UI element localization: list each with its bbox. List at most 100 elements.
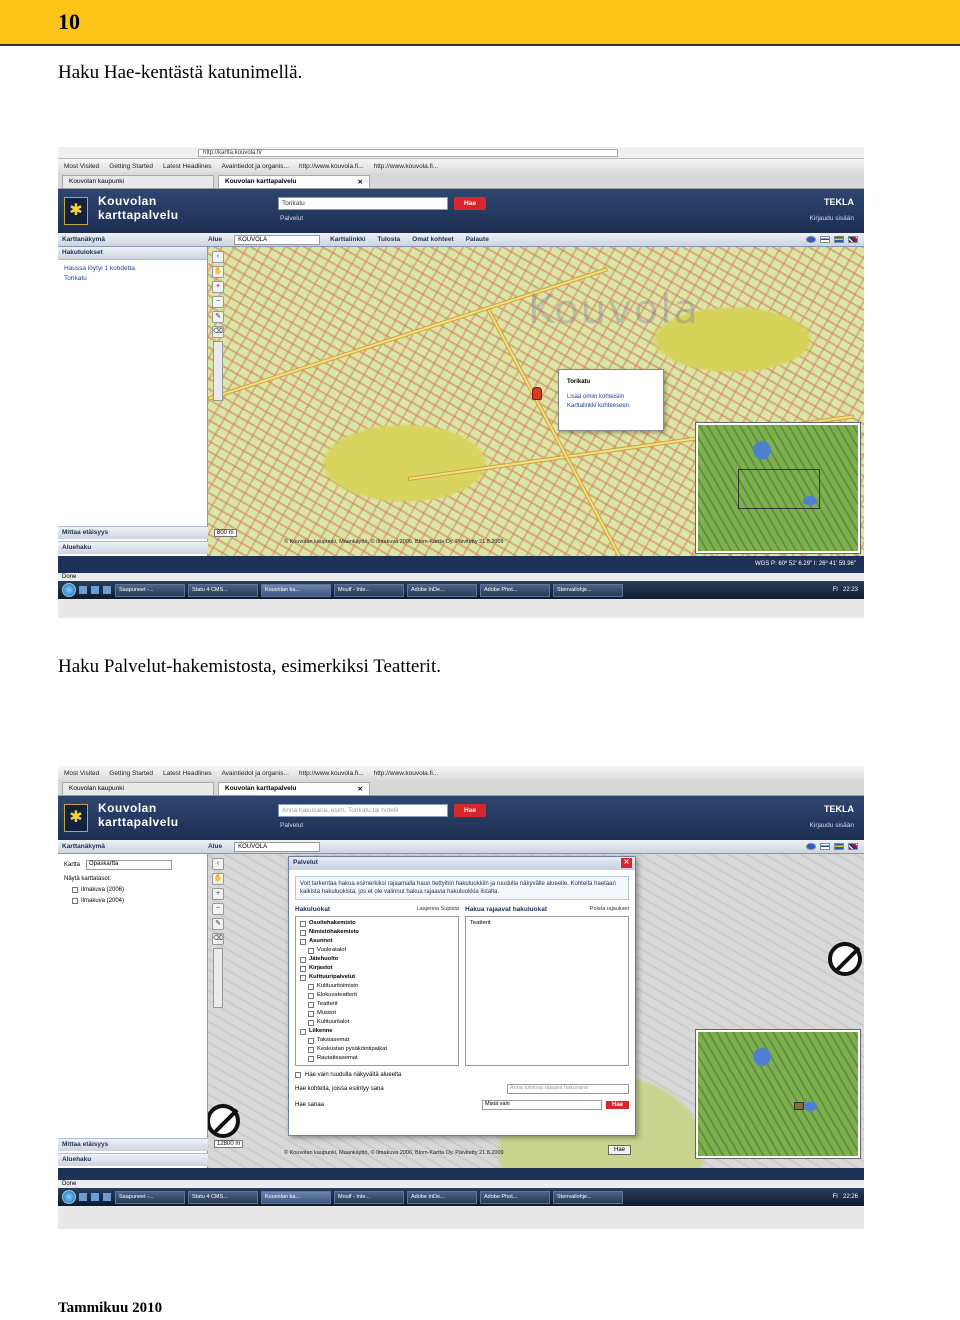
close-icon[interactable]: ✕ [621,858,632,868]
english-flag-icon[interactable] [848,843,858,850]
quicklaunch-icon[interactable] [91,1193,99,1201]
results-heading[interactable]: Hakutulokset [58,247,207,260]
aluehaku-heading[interactable]: Aluehaku [58,1153,208,1166]
category-item[interactable]: Liikenne [300,1027,454,1036]
bookmark-item[interactable]: Getting Started [109,770,153,777]
checkbox[interactable] [308,1010,314,1017]
checkbox[interactable] [308,983,314,990]
result-item[interactable]: Torikatu [64,274,201,284]
swedish-flag-icon[interactable] [834,236,844,243]
collapse-panel-icon[interactable]: ‹ [212,858,224,870]
checkbox[interactable] [308,1019,314,1026]
taskbar-item[interactable]: Kouvolan ka... [261,1190,331,1204]
layer-option[interactable]: Ilmakuva (2004) [72,898,201,904]
start-button-icon[interactable] [62,583,76,597]
bookmark-item[interactable]: Getting Started [109,163,153,170]
location-marker-icon[interactable] [532,387,542,400]
taskbar-item[interactable]: Saapuneet -... [115,1190,185,1204]
zoom-slider[interactable] [213,341,223,401]
map-view[interactable]: Kouvola ‹ ✋ + − ✎ ⌫ Torikatu Lisää omiin… [208,247,864,556]
overview-viewport[interactable] [794,1102,804,1110]
dialog-hae-button[interactable]: Hae [607,1145,631,1155]
taskbar-item[interactable]: Adobe Phot... [480,583,550,597]
zoom-slider[interactable] [213,948,223,1008]
selected-list[interactable]: Teatterit [465,916,629,1066]
quicklaunch-icon[interactable] [103,586,111,594]
tab-karttapalvelu[interactable]: Kouvolan karttapalvelu ✕ [218,175,370,188]
tab-kouvolan-kaupunki[interactable]: Kouvolan kaupunki [62,782,214,795]
zoom-out-icon[interactable]: − [212,296,224,308]
checkbox[interactable] [300,965,306,972]
bookmark-item[interactable]: http://www.kouvola.fi... [299,163,364,170]
bookmark-item[interactable]: http://www.kouvola.fi... [299,770,364,777]
category-list[interactable]: Osoitehakemisto Nimistöhakemisto Asunnot Vu… [295,916,459,1066]
eraser-icon[interactable]: ⌫ [212,933,224,945]
tray-language[interactable]: FI [833,1194,838,1200]
checkbox[interactable] [72,898,78,904]
checkbox[interactable] [295,1072,301,1078]
help-icon[interactable] [806,843,816,850]
match-select[interactable]: Mistä vain [481,1100,602,1110]
layer-option[interactable]: Ilmakuva (2006) [72,887,201,893]
eraser-icon[interactable]: ⌫ [212,326,224,338]
mittaa-heading[interactable]: Mittaa etäisyys [58,1138,208,1151]
taskbar-item[interactable]: Saapuneet -... [115,583,185,597]
tray-language[interactable]: FI [833,587,838,593]
remove-filters-link[interactable]: Poista rajaukset [590,906,629,913]
search-input[interactable]: Torikatu [278,197,448,210]
checkbox[interactable] [300,929,306,936]
pan-icon[interactable]: ✋ [212,266,224,278]
category-item[interactable]: Nimistöhakemisto [300,928,454,937]
taskbar-item[interactable]: Stenvallohje... [553,1190,623,1204]
search-button[interactable]: Hae [454,197,486,210]
dialog-search-button[interactable]: Hae [605,1101,629,1109]
taskbar-item[interactable]: Statu 4 CMS... [188,583,258,597]
aluehaku-heading[interactable]: Aluehaku [58,541,208,554]
category-item[interactable]: Teatterit [300,1000,454,1009]
keyword-input[interactable]: Anna tuloksia rajaava hakusana [507,1084,629,1094]
tab-kouvolan-kaupunki[interactable]: Kouvolan kaupunki [62,175,214,188]
finnish-flag-icon[interactable] [820,843,830,850]
bookmark-item[interactable]: Most Visited [64,770,99,777]
zoom-in-icon[interactable]: + [212,281,224,293]
taskbar-item[interactable]: Statu 4 CMS... [188,1190,258,1204]
taskbar-item[interactable]: Adobe InDe... [407,1190,477,1204]
quicklaunch-icon[interactable] [91,586,99,594]
category-item[interactable]: Osoitehakemisto [300,919,454,928]
expand-collapse-link[interactable]: Laajenna Supista [416,906,459,913]
checkbox[interactable] [72,887,78,893]
bookmark-item[interactable]: Avaintiedot ja organis... [221,770,288,777]
zoom-in-icon[interactable]: + [212,888,224,900]
quicklaunch-icon[interactable] [79,1193,87,1201]
popup-add-link[interactable]: Lisää omiin kohteisiin [567,393,655,402]
bookmark-item[interactable]: Latest Headlines [163,163,211,170]
category-item[interactable]: Elokuvateatterit [300,991,454,1000]
category-item[interactable]: Vuokratalot [300,946,454,955]
checkbox[interactable] [300,1028,306,1035]
bookmark-item[interactable]: Latest Headlines [163,770,211,777]
search-input[interactable]: Anna hakusana, esim. Torikatu tai hotell… [278,804,448,817]
category-item[interactable]: Taksiasemat [300,1036,454,1045]
palvelut-link[interactable]: Palvelut [280,822,303,829]
pencil-icon[interactable]: ✎ [212,918,224,930]
checkbox[interactable] [308,1046,314,1053]
taskbar-item[interactable]: Stenvallohje... [553,583,623,597]
menu-tulosta[interactable]: Tulosta [378,236,401,243]
category-item[interactable]: Keskustan pysäköintipaikat [300,1045,454,1054]
checkbox[interactable] [308,992,314,999]
selected-item[interactable]: Teatterit [470,919,624,928]
category-item[interactable]: Museot [300,1009,454,1018]
pan-icon[interactable]: ✋ [212,873,224,885]
checkbox[interactable] [308,947,314,954]
category-item[interactable]: Kulttuuritoimisto [300,982,454,991]
quicklaunch-icon[interactable] [79,586,87,594]
swedish-flag-icon[interactable] [834,843,844,850]
collapse-panel-icon[interactable]: ‹ [212,251,224,263]
menu-omat-kohteet[interactable]: Omat kohteet [412,236,454,243]
bookmark-item[interactable]: http://www.kouvola.fi... [374,770,439,777]
zoom-out-icon[interactable]: − [212,903,224,915]
taskbar-item[interactable]: Kouvolan ka... [261,583,331,597]
taskbar-item[interactable]: Moulf - Inte... [334,583,404,597]
quicklaunch-icon[interactable] [103,1193,111,1201]
taskbar-item[interactable]: Adobe InDe... [407,583,477,597]
